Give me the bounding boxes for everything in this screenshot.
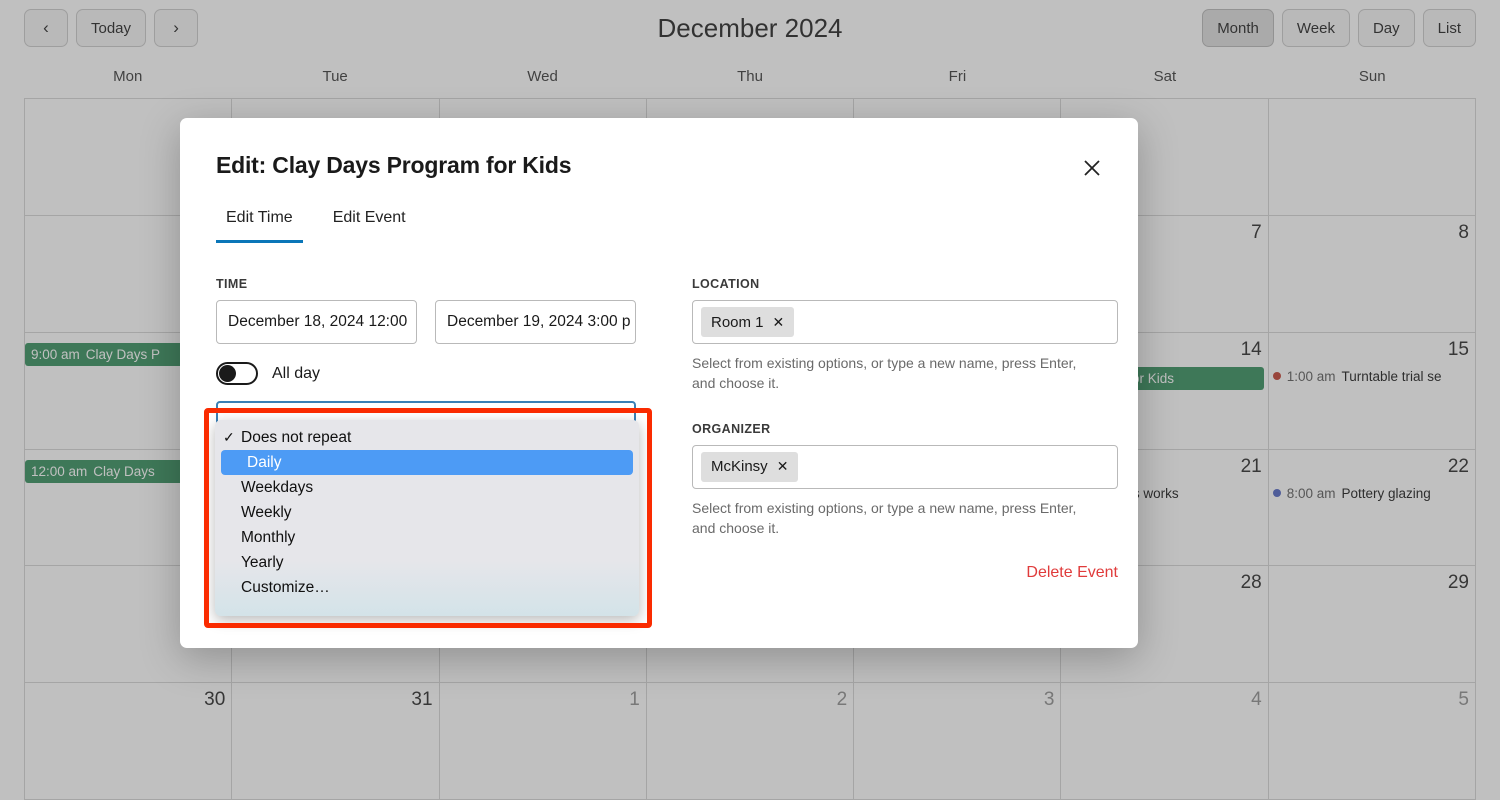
- close-icon-glyph: [1084, 160, 1100, 176]
- tab-edit-event[interactable]: Edit Event: [323, 209, 416, 243]
- all-day-row: All day: [216, 362, 636, 385]
- modal-title: Edit: Clay Days Program for Kids: [216, 152, 572, 178]
- repeat-option-does-not-repeat[interactable]: ✓ Does not repeat: [215, 425, 639, 450]
- end-datetime-input[interactable]: December 19, 2024 3:00 p: [435, 300, 636, 344]
- organizer-tag: McKinsy ✕: [701, 451, 799, 482]
- details-column: LOCATION Room 1 ✕ Select from existing o…: [692, 277, 1118, 582]
- toggle-knob: [219, 365, 236, 382]
- organizer-tag-text: McKinsy: [711, 458, 768, 476]
- modal-tabs: Edit Time Edit Event: [216, 209, 1102, 243]
- time-section-label: TIME: [216, 277, 248, 291]
- delete-event-button[interactable]: Delete Event: [1026, 564, 1118, 582]
- close-icon[interactable]: [1076, 152, 1108, 184]
- all-day-label: All day: [272, 364, 321, 382]
- repeat-option-label: Daily: [247, 453, 282, 471]
- time-inputs-row: December 18, 2024 12:00 December 19, 202…: [216, 300, 636, 344]
- remove-location-icon[interactable]: ✕: [773, 314, 785, 331]
- repeat-dropdown-popup[interactable]: ✓ Does not repeat Daily Weekdays Weekly Month…: [215, 420, 639, 616]
- remove-organizer-icon[interactable]: ✕: [777, 458, 789, 475]
- repeat-option-daily[interactable]: Daily: [221, 450, 633, 475]
- organizer-group: ORGANIZER McKinsy ✕ Select from existing…: [692, 422, 1118, 539]
- repeat-option-label: Weekly: [241, 503, 292, 521]
- repeat-option-yearly[interactable]: Yearly: [215, 550, 639, 575]
- organizer-field[interactable]: McKinsy ✕: [692, 444, 1118, 489]
- all-day-toggle[interactable]: [216, 362, 258, 385]
- location-label: LOCATION: [692, 277, 760, 291]
- repeat-option-customize[interactable]: Customize…: [215, 575, 639, 600]
- checkmark-icon: ✓: [223, 429, 235, 445]
- repeat-option-label: Does not repeat: [241, 428, 352, 446]
- location-hint: Select from existing options, or type a …: [692, 355, 1077, 392]
- repeat-option-label: Customize…: [241, 578, 330, 596]
- repeat-option-label: Yearly: [241, 553, 284, 571]
- location-tag-text: Room 1: [711, 313, 764, 331]
- repeat-option-weekly[interactable]: Weekly: [215, 500, 639, 525]
- location-field[interactable]: Room 1 ✕: [692, 300, 1118, 344]
- location-tag: Room 1 ✕: [701, 307, 795, 337]
- repeat-option-label: Weekdays: [241, 478, 314, 496]
- organizer-label: ORGANIZER: [692, 421, 771, 436]
- delete-row: Delete Event: [692, 564, 1118, 582]
- repeat-option-label: Monthly: [241, 528, 296, 546]
- start-datetime-input[interactable]: December 18, 2024 12:00: [216, 300, 417, 344]
- tab-edit-time[interactable]: Edit Time: [216, 209, 303, 243]
- organizer-hint: Select from existing options, or type a …: [692, 499, 1077, 536]
- repeat-option-monthly[interactable]: Monthly: [215, 525, 639, 550]
- repeat-option-weekdays[interactable]: Weekdays: [215, 475, 639, 500]
